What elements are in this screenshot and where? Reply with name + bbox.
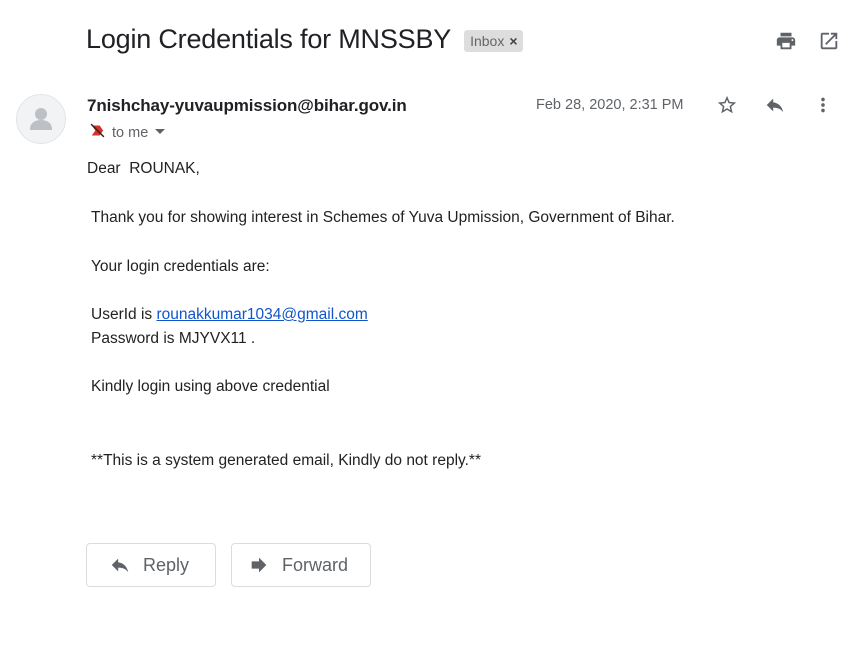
star-icon[interactable] bbox=[716, 94, 738, 116]
body-line-thanks: Thank you for showing interest in Scheme… bbox=[91, 209, 675, 226]
message-actions bbox=[716, 94, 834, 116]
thread-actions bbox=[775, 30, 840, 52]
forward-icon bbox=[251, 557, 267, 573]
userid-prefix: UserId is bbox=[91, 306, 157, 323]
more-vertical-icon[interactable] bbox=[812, 94, 834, 116]
greeting: Dear ROUNAK, bbox=[87, 160, 200, 177]
email-date: Feb 28, 2020, 2:31 PM bbox=[536, 97, 684, 113]
body-line-credentials-intro: Your login credentials are: bbox=[91, 258, 270, 275]
userid-email-link[interactable]: rounakkumar1034@gmail.com bbox=[156, 306, 367, 323]
email-body: Dear ROUNAK, Thank you for showing inter… bbox=[87, 157, 675, 473]
userid-line: UserId is rounakkumar1034@gmail.com bbox=[87, 303, 675, 327]
body-line-kindly-login: Kindly login using above credential bbox=[91, 378, 330, 395]
forward-button-label: Forward bbox=[282, 554, 349, 575]
forward-button[interactable]: Forward bbox=[231, 543, 371, 587]
password-line: Password is MJYVX11 . bbox=[91, 330, 256, 347]
system-generated-footer: **This is a system generated email, Kind… bbox=[91, 452, 481, 469]
remove-label-icon[interactable]: × bbox=[509, 33, 517, 49]
email-subject: Login Credentials for MNSSBY bbox=[86, 24, 452, 54]
reply-button[interactable]: Reply bbox=[86, 543, 216, 587]
reply-button-label: Reply bbox=[143, 554, 190, 575]
recipient-line: to me bbox=[89, 122, 166, 143]
recipient-text: to me bbox=[112, 124, 149, 141]
label-important-off-icon[interactable] bbox=[89, 122, 106, 143]
inbox-label-chip[interactable]: Inbox × bbox=[464, 29, 523, 52]
caret-down-icon[interactable] bbox=[154, 125, 166, 141]
inbox-label-text: Inbox bbox=[470, 32, 505, 49]
reply-icon bbox=[111, 558, 129, 573]
default-avatar-icon bbox=[30, 108, 52, 130]
print-icon[interactable] bbox=[775, 30, 797, 52]
sender-avatar[interactable] bbox=[16, 94, 66, 144]
subject-row: Login Credentials for MNSSBY Inbox × bbox=[86, 24, 523, 55]
sender-email[interactable]: 7nishchay-yuvaupmission@bihar.gov.in bbox=[87, 96, 407, 116]
open-in-new-window-icon[interactable] bbox=[818, 30, 840, 52]
reply-icon[interactable] bbox=[764, 94, 786, 116]
